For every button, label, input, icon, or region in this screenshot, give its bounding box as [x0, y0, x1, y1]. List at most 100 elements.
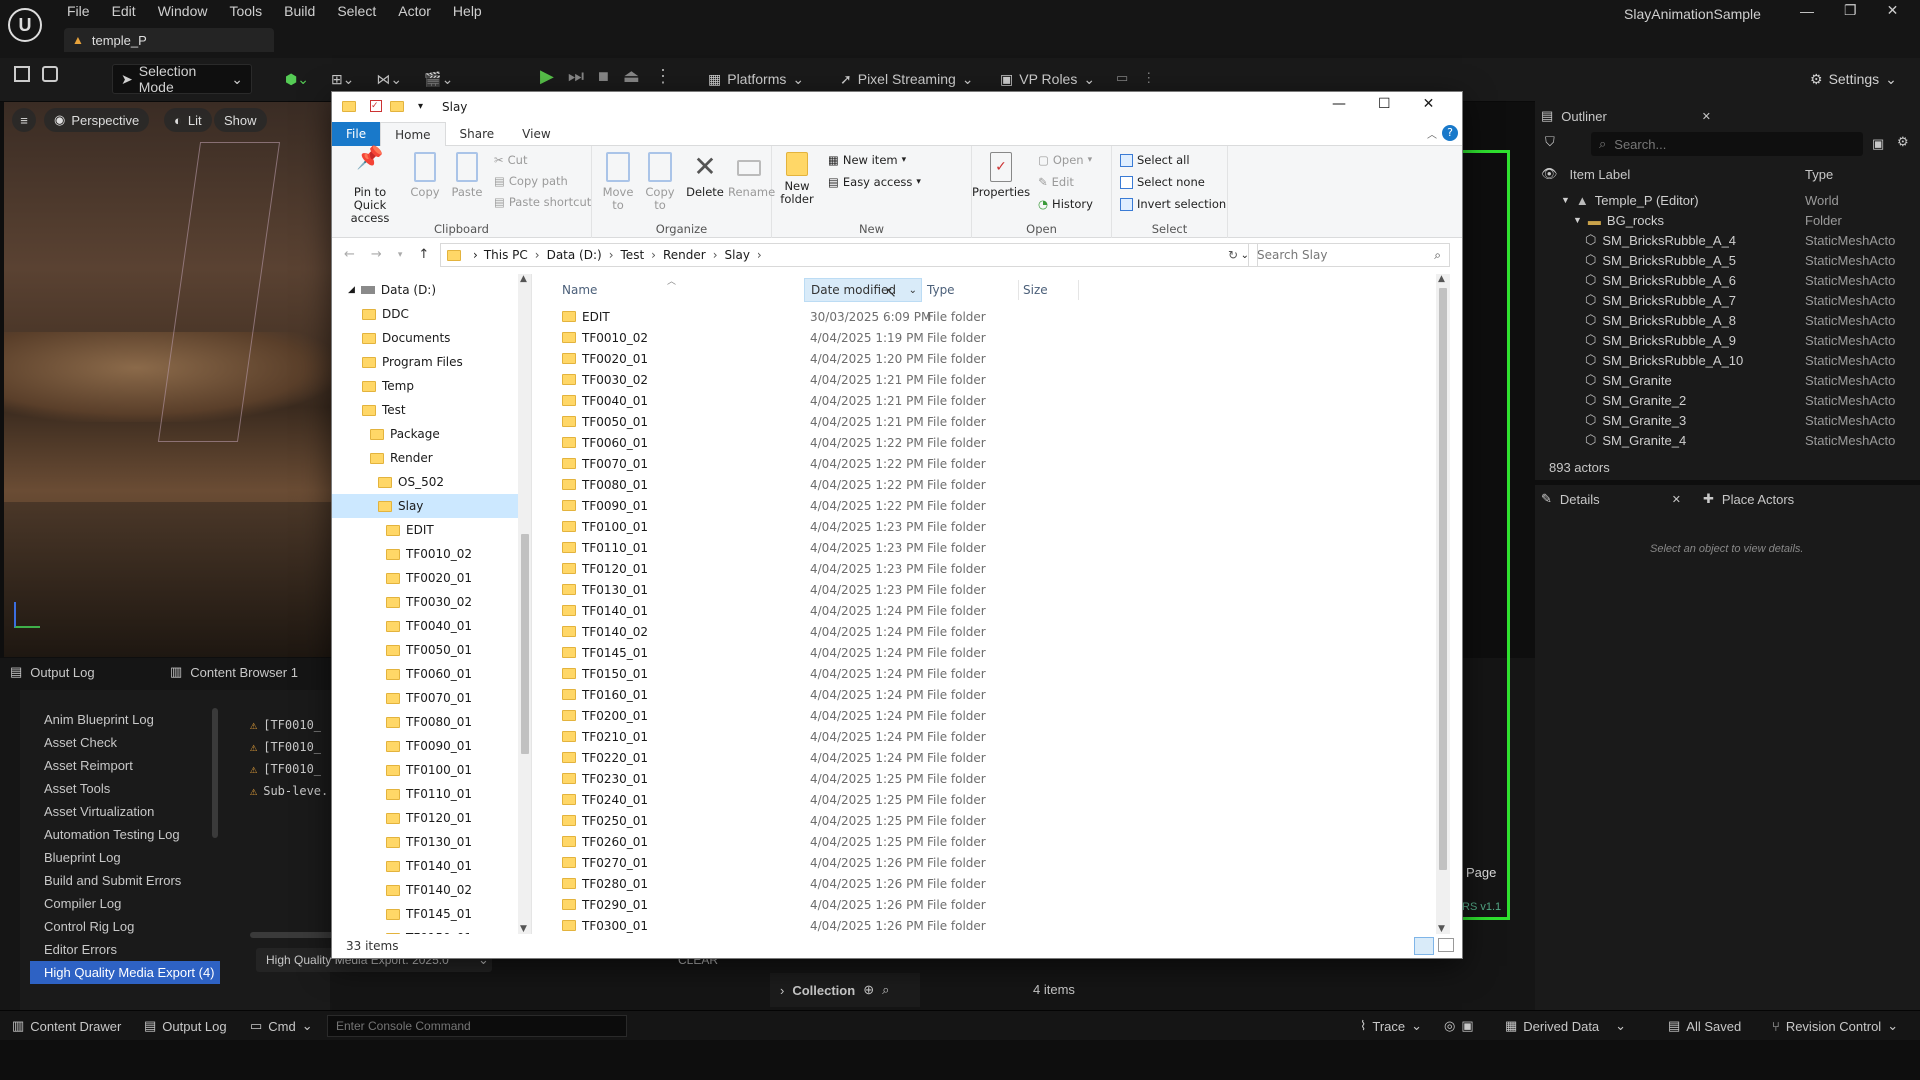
outliner-row[interactable]: ⬡ SM_BricksRubble_A_9 StaticMeshActo	[1535, 330, 1920, 350]
log-category-item[interactable]: Asset Check	[30, 731, 220, 754]
selection-mode-dropdown[interactable]: ➤ Selection Mode ⌄	[112, 63, 252, 95]
file-row[interactable]: TF0270_01 4/04/2025 1:26 PM File folder	[542, 852, 1450, 873]
unreal-logo-icon[interactable]: U	[8, 8, 42, 42]
details-tab[interactable]: ✎ Details ✕	[1541, 491, 1681, 507]
file-row[interactable]: TF0280_01 4/04/2025 1:26 PM File folder	[542, 873, 1450, 894]
log-category-item[interactable]: High Quality Media Export (4)	[30, 961, 220, 984]
place-actors-tab[interactable]: ✚ Place Actors	[1703, 491, 1794, 507]
nav-item[interactable]: TF0090_01	[332, 734, 531, 758]
log-category-item[interactable]: Anim Blueprint Log	[30, 708, 220, 731]
nav-item[interactable]: TF0020_01	[332, 566, 531, 590]
new-folder-quick-icon[interactable]	[390, 100, 404, 112]
nav-item[interactable]: Documents	[332, 326, 531, 350]
cut-button[interactable]: ✂ Cut	[494, 153, 527, 167]
outliner-row[interactable]: ▼ ▲ Temple_P (Editor) World	[1535, 190, 1920, 210]
outliner-search[interactable]: ⌕ Search...	[1591, 132, 1863, 156]
nav-item[interactable]: TF0140_01	[332, 854, 531, 878]
perspective-button[interactable]: ◉ Perspective	[44, 108, 150, 132]
copy-path-button[interactable]: ▤ Copy path	[494, 174, 568, 188]
up-icon[interactable]: ↑	[418, 247, 429, 262]
nav-item[interactable]: ◢ Data (D:)	[332, 278, 531, 302]
play-icon[interactable]: ▶	[540, 66, 554, 87]
add-icon[interactable]: ⊕	[863, 982, 874, 998]
edit-button[interactable]: ✎ Edit	[1038, 175, 1074, 189]
move-to-button[interactable]: Move to	[600, 152, 636, 212]
menu-select[interactable]: Select	[337, 3, 376, 19]
search-input[interactable]: Search Slay ⌕	[1248, 243, 1450, 267]
nav-item[interactable]: TF0120_01	[332, 806, 531, 830]
outliner-row[interactable]: ⬡ SM_Granite_3 StaticMeshActo	[1535, 410, 1920, 430]
log-category-item[interactable]: Build and Submit Errors	[30, 869, 220, 892]
add-folder-icon[interactable]: ▣	[1872, 136, 1884, 152]
tab-share[interactable]: Share	[446, 122, 509, 146]
cmd-dropdown[interactable]: ▭ Cmd ⌄	[250, 1018, 313, 1034]
file-list-scrollbar[interactable]: ▲ ▼	[1436, 274, 1450, 934]
chevron-right-icon[interactable]: ›	[609, 248, 614, 262]
level-tab[interactable]: ▲ temple_P	[64, 28, 274, 52]
new-folder-button[interactable]: New folder	[776, 152, 818, 206]
file-row[interactable]: TF0050_01 4/04/2025 1:21 PM File folder	[542, 411, 1450, 432]
paste-shortcut-button[interactable]: ▤ Paste shortcut	[494, 195, 591, 209]
breadcrumb-item[interactable]: This PC	[484, 248, 528, 262]
gear-icon[interactable]: ⚙	[1897, 134, 1909, 150]
expand-arrow-icon[interactable]: ▼	[1561, 195, 1570, 205]
search-icon[interactable]: ⌕	[882, 982, 889, 998]
nav-item[interactable]: DDC	[332, 302, 531, 326]
cinematics-icon[interactable]: 🎬⌄	[424, 71, 453, 88]
new-item-dropdown[interactable]: ▦ New item ▾	[828, 153, 906, 167]
pin-quick-access-button[interactable]: 📌 Pin to Quick access	[338, 148, 402, 225]
column-type[interactable]: Type	[927, 283, 955, 297]
log-category-item[interactable]: Compiler Log	[30, 892, 220, 915]
more-options-icon[interactable]: ⋮	[1142, 70, 1155, 86]
file-row[interactable]: TF0140_01 4/04/2025 1:24 PM File folder	[542, 600, 1450, 621]
file-row[interactable]: TF0200_01 4/04/2025 1:24 PM File folder	[542, 705, 1450, 726]
nav-item[interactable]: TF0040_01	[332, 614, 531, 638]
collapse-ribbon-icon[interactable]: ︿	[1427, 126, 1437, 141]
nav-scrollbar[interactable]: ▲ ▼	[518, 274, 531, 934]
file-row[interactable]: TF0250_01 4/04/2025 1:25 PM File folder	[542, 810, 1450, 831]
platforms-dropdown[interactable]: ▦ Platforms ⌄	[700, 64, 812, 94]
scroll-up-icon[interactable]: ▲	[1438, 274, 1445, 284]
minimize-icon[interactable]: —	[1800, 3, 1814, 19]
close-icon[interactable]: ✕	[1702, 110, 1711, 123]
close-icon[interactable]: ✕	[1423, 96, 1435, 112]
advance-frame-icon[interactable]: ⏭	[568, 66, 584, 87]
file-row[interactable]: TF0120_01 4/04/2025 1:23 PM File folder	[542, 558, 1450, 579]
log-category-item[interactable]: Asset Reimport	[30, 754, 220, 777]
log-category-item[interactable]: Editor Errors	[30, 938, 220, 961]
visibility-icon[interactable]: 👁	[1541, 166, 1558, 182]
derived-data-dropdown[interactable]: ▦ Derived Data ⌄	[1505, 1018, 1626, 1034]
file-row[interactable]: TF0060_01 4/04/2025 1:22 PM File folder	[542, 432, 1450, 453]
modes-icon[interactable]: ⬢⌄	[285, 71, 309, 88]
file-row[interactable]: TF0140_02 4/04/2025 1:24 PM File folder	[542, 621, 1450, 642]
minimize-icon[interactable]: —	[1332, 96, 1346, 112]
outliner-row[interactable]: ⬡ SM_BricksRubble_A_8 StaticMeshActo	[1535, 310, 1920, 330]
nav-item[interactable]: TF0080_01	[332, 710, 531, 734]
file-row[interactable]: TF0070_01 4/04/2025 1:22 PM File folder	[542, 453, 1450, 474]
outliner-row[interactable]: ⬡ SM_BricksRubble_A_7 StaticMeshActo	[1535, 290, 1920, 310]
nav-item[interactable]: TF0100_01	[332, 758, 531, 782]
outliner-row[interactable]: ⬡ SM_BricksRubble_A_10 StaticMeshActo	[1535, 350, 1920, 370]
nav-item[interactable]: Test	[332, 398, 531, 422]
file-row[interactable]: TF0300_01 4/04/2025 1:26 PM File folder	[542, 915, 1450, 934]
large-icons-view-icon[interactable]	[1438, 938, 1454, 952]
menu-help[interactable]: Help	[453, 3, 482, 19]
breadcrumb-item[interactable]: Test	[621, 248, 645, 262]
nav-item[interactable]: Program Files	[332, 350, 531, 374]
file-row[interactable]: TF0160_01 4/04/2025 1:24 PM File folder	[542, 684, 1450, 705]
address-bar[interactable]: › This PC › Data (D:) › Test › Render › Slay › ⌄	[440, 243, 1258, 267]
chevron-right-icon[interactable]: ›	[713, 248, 718, 262]
log-category-item[interactable]: Asset Tools	[30, 777, 220, 800]
file-row[interactable]: TF0220_01 4/04/2025 1:24 PM File folder	[542, 747, 1450, 768]
nav-item[interactable]: TF0110_01	[332, 782, 531, 806]
nav-scroll-thumb[interactable]	[521, 534, 529, 754]
back-icon[interactable]: ←	[344, 247, 355, 262]
content-browser-tab[interactable]: ▥ Content Browser 1	[170, 664, 298, 680]
outliner-row[interactable]: ⬡ SM_Granite_2 StaticMeshActo	[1535, 390, 1920, 410]
record-buttons[interactable]: ◎ ▣	[1444, 1018, 1474, 1034]
log-category-item[interactable]: Control Rig Log	[30, 915, 220, 938]
nav-item[interactable]: TF0150_01	[332, 926, 531, 934]
file-row[interactable]: TF0090_01 4/04/2025 1:22 PM File folder	[542, 495, 1450, 516]
outliner-row[interactable]: ▼ ▬ BG_rocks Folder	[1535, 210, 1920, 230]
blueprint-icon[interactable]: ⋈⌄	[376, 71, 402, 88]
